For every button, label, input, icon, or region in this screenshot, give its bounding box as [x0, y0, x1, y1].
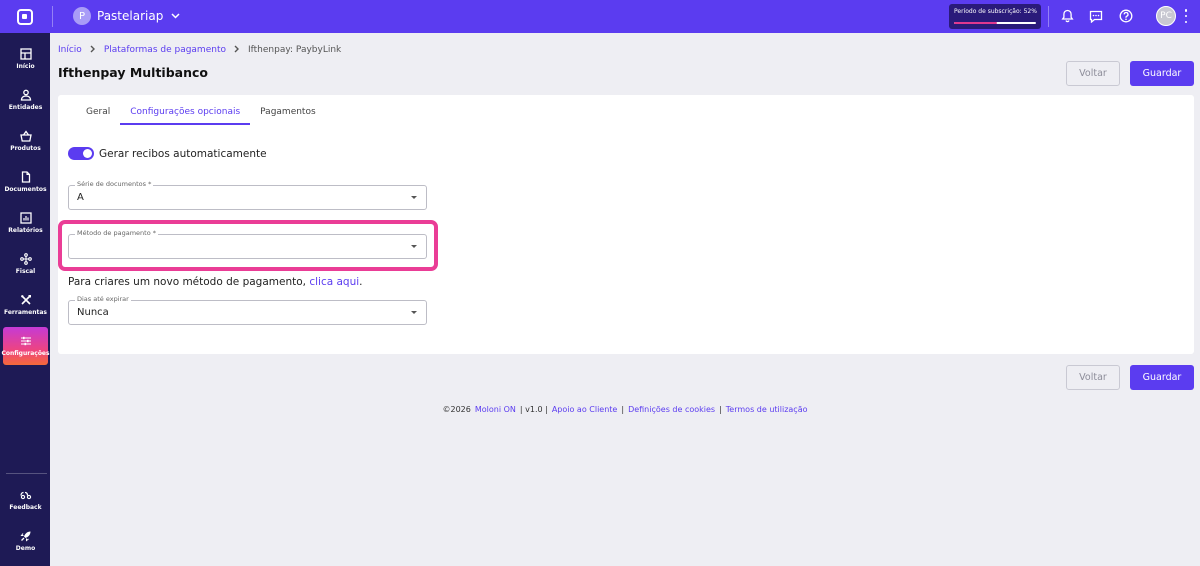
footer-cookies-link[interactable]: Definições de cookies: [628, 405, 715, 414]
caret-down-icon: [411, 245, 417, 248]
footer-copyright: ©2026: [442, 405, 471, 414]
company-selector[interactable]: P Pastelariap: [73, 6, 180, 26]
divider: [52, 6, 53, 27]
sidebar-item-label: Produtos: [10, 145, 41, 152]
chevron-down-icon: [171, 11, 180, 22]
document-series-select[interactable]: Série de documentos * A: [68, 180, 427, 210]
expire-days-select[interactable]: Dias até expirar Nunca: [68, 295, 427, 325]
divider: [1048, 6, 1049, 27]
sidebar-item-ferramentas[interactable]: Ferramentas: [3, 286, 48, 324]
sidebar-item-label: Fiscal: [15, 268, 36, 275]
sidebar-item-label: Relatórios: [8, 227, 43, 234]
chevron-right-icon: [90, 45, 96, 56]
save-button[interactable]: Guardar: [1130, 61, 1194, 86]
back-button-bottom[interactable]: Voltar: [1066, 365, 1120, 390]
create-payment-method-link[interactable]: clica aqui: [309, 276, 359, 288]
user-avatar[interactable]: PC: [1156, 6, 1176, 26]
auto-receipts-toggle[interactable]: [68, 147, 94, 160]
save-button-bottom[interactable]: Guardar: [1130, 365, 1194, 390]
tab-geral[interactable]: Geral: [76, 105, 120, 125]
sliders-icon: [20, 336, 31, 346]
tools-icon: [20, 295, 31, 305]
help-icon[interactable]: [1118, 8, 1134, 24]
document-icon: [21, 171, 30, 183]
footer: ©2026 Moloni ON | v1.0 | Apoio ao Client…: [0, 405, 1200, 414]
breadcrumb-current: Ifthenpay: PaybyLink: [247, 45, 342, 55]
dashboard-icon: [19, 48, 32, 60]
footer-separator: |: [621, 405, 625, 414]
logo-icon: [17, 8, 33, 25]
breadcrumb-home[interactable]: Início: [58, 45, 82, 55]
person-icon: [20, 89, 31, 101]
sidebar-item-documentos[interactable]: Documentos: [3, 163, 48, 201]
sidebar-item-label: Feedback: [9, 504, 42, 511]
sidebar-item-produtos[interactable]: Produtos: [3, 122, 48, 160]
footer-support-link[interactable]: Apoio ao Cliente: [552, 405, 618, 414]
company-name: Pastelariap: [97, 9, 164, 23]
help-text-end: .: [359, 276, 363, 288]
sidebar-item-feedback[interactable]: Feedback: [3, 481, 48, 519]
breadcrumb: Início Plataformas de pagamento Ifthenpa…: [58, 44, 341, 56]
sidebar-divider: [6, 473, 47, 474]
help-text: Para criares um novo método de pagamento…: [68, 276, 363, 288]
tab-pagamentos[interactable]: Pagamentos: [250, 105, 326, 125]
auto-receipts-label: Gerar recibos automaticamente: [99, 147, 267, 160]
sidebar-item-label: Entidades: [8, 104, 43, 111]
feedback-icon: [19, 491, 31, 500]
bell-icon[interactable]: [1059, 8, 1075, 24]
sidebar-item-label: Ferramentas: [4, 309, 47, 316]
tab-configuracoes-opcionais[interactable]: Configurações opcionais: [120, 105, 251, 125]
sidebar-item-fiscal[interactable]: Fiscal: [3, 245, 48, 283]
sidebar-item-demo[interactable]: Demo: [3, 522, 48, 560]
subscription-label: Período de subscrição: 52%: [954, 8, 1037, 15]
tabs: Geral Configurações opcionais Pagamentos: [76, 105, 326, 125]
chart-icon: [19, 212, 32, 224]
footer-brand-link[interactable]: Moloni ON: [475, 405, 516, 414]
chat-icon[interactable]: [1088, 8, 1104, 24]
back-button[interactable]: Voltar: [1066, 61, 1120, 86]
help-text-prefix: Para criares um novo método de pagamento…: [68, 276, 306, 288]
sidebar-item-entidades[interactable]: Entidades: [3, 81, 48, 119]
settings-card: Geral Configurações opcionais Pagamentos…: [58, 95, 1194, 354]
sidebar: Início Entidades Produtos Documentos Rel…: [0, 33, 50, 566]
top-bar: P Pastelariap Período de subscrição: 52%…: [0, 0, 1200, 33]
sidebar-item-configuracoes[interactable]: Configurações: [1, 327, 50, 365]
sidebar-item-label: Documentos: [4, 186, 47, 193]
sidebar-item-label: Configurações: [1, 350, 50, 357]
caret-down-icon: [411, 311, 417, 314]
expire-days-label: Dias até expirar: [75, 295, 131, 303]
payment-method-label: Método de pagamento *: [75, 229, 159, 237]
basket-icon: [19, 130, 32, 142]
auto-receipts-row: Gerar recibos automaticamente: [68, 147, 267, 160]
page-title: Ifthenpay Multibanco: [58, 65, 208, 80]
document-series-value: A: [77, 192, 84, 203]
sidebar-item-inicio[interactable]: Início: [3, 40, 48, 78]
document-series-label: Série de documentos *: [75, 180, 154, 188]
sidebar-item-label: Demo: [15, 545, 36, 552]
payment-method-select[interactable]: Método de pagamento *: [68, 229, 427, 259]
company-avatar: P: [73, 7, 91, 25]
footer-terms-link[interactable]: Termos de utilização: [726, 405, 808, 414]
footer-version: | v1.0 |: [519, 405, 548, 414]
expire-days-value: Nunca: [77, 307, 109, 318]
breadcrumb-parent[interactable]: Plataformas de pagamento: [104, 45, 226, 55]
network-icon: [19, 253, 32, 265]
chevron-right-icon: [234, 45, 240, 56]
subscription-progress-fill: [954, 22, 997, 24]
footer-separator: |: [719, 405, 722, 414]
subscription-progress-track: [954, 22, 1036, 24]
subscription-period[interactable]: Período de subscrição: 52%: [949, 4, 1041, 29]
app-logo[interactable]: [0, 0, 50, 33]
more-options-icon[interactable]: [1183, 9, 1189, 23]
sidebar-item-label: Início: [16, 63, 35, 70]
rocket-icon: [20, 531, 30, 542]
caret-down-icon: [411, 196, 417, 199]
sidebar-item-relatorios[interactable]: Relatórios: [3, 204, 48, 242]
